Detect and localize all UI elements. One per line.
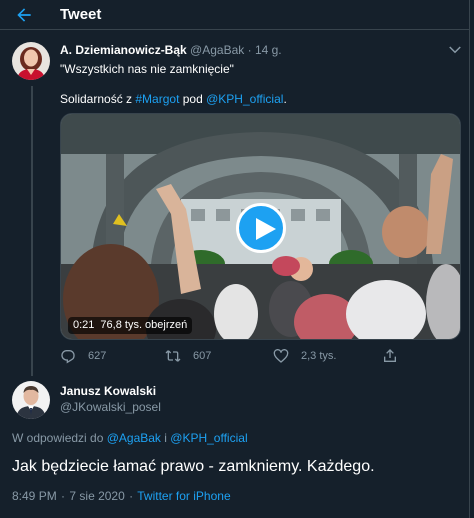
- play-icon: [256, 218, 276, 240]
- tweet-author-line: A. Dziemianowicz-Bąk @AgaBak · 14 g.: [60, 43, 282, 58]
- share-icon: [384, 349, 396, 362]
- back-arrow-icon[interactable]: [14, 5, 34, 25]
- tweet-panel: Tweet A. Dziemianowicz-Bąk @AgaBak · 14 …: [0, 0, 470, 518]
- reply-count: 627: [88, 350, 107, 362]
- hashtag-link[interactable]: #Margot: [135, 92, 179, 106]
- reply-author-handle[interactable]: @JKowalski_posel: [60, 400, 161, 415]
- retweet-icon: [165, 350, 181, 362]
- more-chevron-icon[interactable]: [446, 43, 464, 57]
- tweet-source-link[interactable]: Twitter for iPhone: [137, 489, 230, 503]
- like-button[interactable]: 2,3 tys.: [273, 347, 336, 365]
- meta-separator: ·: [61, 489, 66, 503]
- reply-tweet-meta: 8:49 PM · 7 sie 2020 · Twitter for iPhon…: [12, 489, 231, 504]
- tweet-text-suffix: .: [283, 92, 287, 106]
- tweet-text-middle: pod: [179, 92, 207, 106]
- reply-author-avatar[interactable]: [12, 381, 50, 419]
- reply-button[interactable]: 627: [60, 347, 106, 365]
- meta-separator: ·: [129, 489, 134, 503]
- tweet-text: Solidarność z #Margot pod @KPH_official.: [60, 92, 287, 107]
- author-name[interactable]: A. Dziemianowicz-Bąk: [60, 43, 187, 57]
- top-bar: Tweet: [0, 0, 470, 30]
- video-duration: 0:21: [73, 319, 95, 331]
- retweet-count: 607: [193, 350, 212, 362]
- mention-link[interactable]: @KPH_official: [206, 92, 283, 106]
- like-count: 2,3 tys.: [301, 350, 337, 362]
- reply-context-conjunction: i: [160, 431, 171, 445]
- tweet-quote-line: "Wszystkich nas nie zamknięcie": [60, 62, 234, 76]
- reply-time[interactable]: 8:49 PM: [12, 489, 57, 503]
- video-view-count: 76,8 tys. obejrzeń: [100, 319, 188, 331]
- reply-context: W odpowiedzi do @AgaBak i @KPH_official: [12, 430, 248, 446]
- thread-connector-line: [31, 86, 33, 376]
- video-info-badge: 0:21 76,8 tys. obejrzeń: [68, 317, 193, 334]
- play-button[interactable]: [236, 203, 286, 253]
- page-title: Tweet: [60, 6, 102, 23]
- reply-tweet-text: Jak będziecie łamać prawo - zamkniemy. K…: [12, 458, 375, 475]
- tweet-text-prefix: Solidarność z: [60, 92, 136, 106]
- reply-author-name[interactable]: Janusz Kowalski: [60, 384, 156, 399]
- reply-mention-agabak[interactable]: @AgaBak: [107, 431, 161, 445]
- reply-date[interactable]: 7 sie 2020: [69, 489, 124, 503]
- tweet-age[interactable]: 14 g.: [255, 43, 282, 57]
- retweet-button[interactable]: 607: [165, 347, 211, 365]
- author-handle[interactable]: @AgaBak: [190, 43, 244, 57]
- share-button[interactable]: [382, 347, 410, 365]
- author-avatar[interactable]: [12, 42, 50, 80]
- meta-separator: ·: [247, 43, 252, 57]
- reply-context-prefix: W odpowiedzi do: [12, 431, 107, 445]
- reply-mention-kph[interactable]: @KPH_official: [170, 431, 247, 445]
- video-player[interactable]: 0:21 76,8 tys. obejrzeń: [60, 113, 461, 340]
- like-icon: [273, 349, 289, 363]
- reply-icon: [61, 350, 75, 364]
